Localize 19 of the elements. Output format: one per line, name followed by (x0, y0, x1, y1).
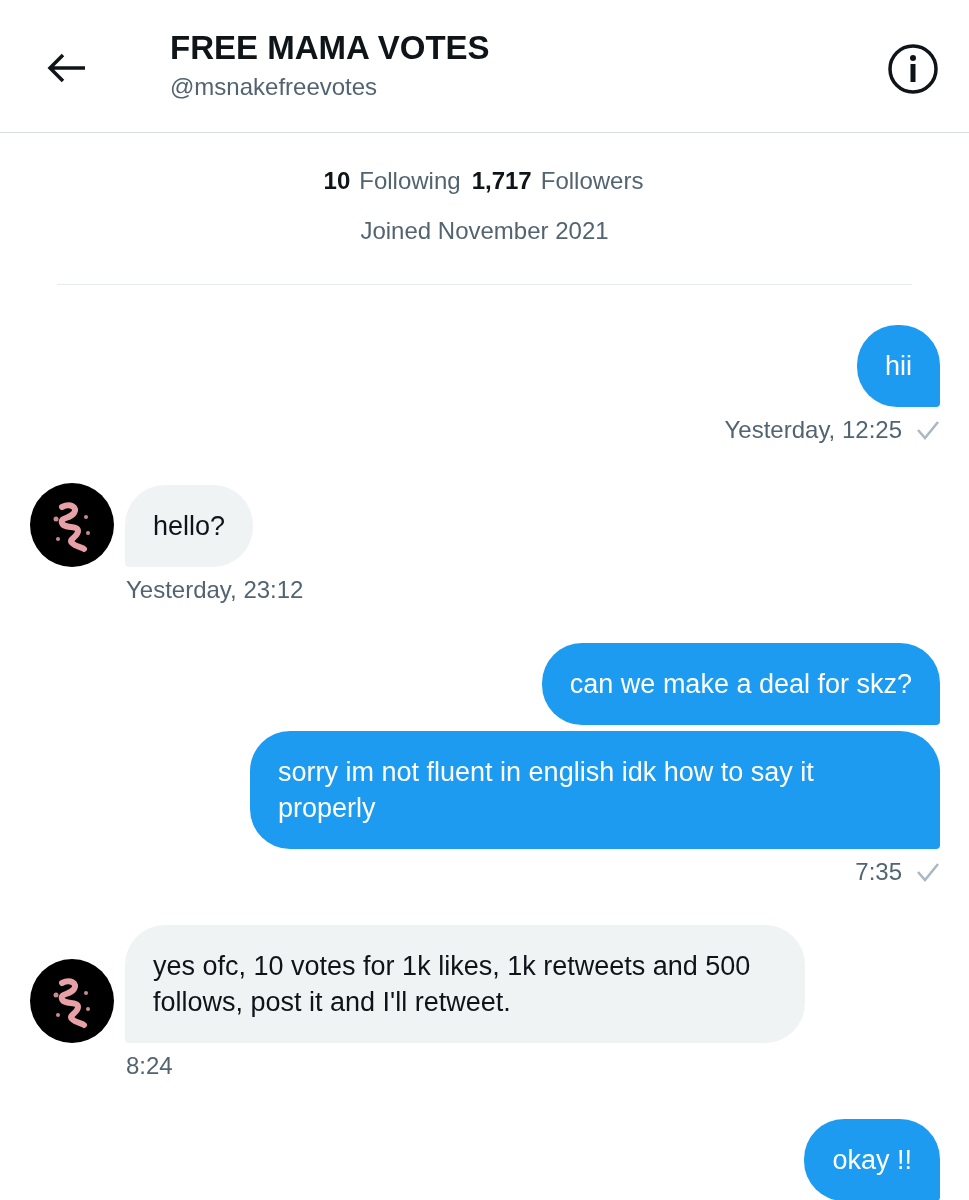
chat-title: FREE MAMA VOTES (170, 28, 491, 68)
info-icon[interactable] (887, 43, 939, 95)
following-label[interactable]: Following (359, 166, 461, 196)
joined-date: Joined November 2021 (360, 216, 609, 246)
received-message: hello? (125, 485, 254, 567)
received-message: yes ofc, 10 votes for 1k likes, 1k retweets and 500 follows, post it and I'll retweet. (125, 925, 805, 1043)
message-time: Yesterday, 23:12 (126, 575, 304, 605)
user-handle: @msnakefreevotes (170, 72, 379, 102)
sent-message: can we make a deal for skz? (541, 643, 940, 725)
back-arrow-icon[interactable] (47, 53, 87, 83)
sent-message: okay !! (804, 1119, 940, 1200)
followers-label[interactable]: Followers (540, 166, 644, 196)
message-time: 7:35 (855, 857, 902, 887)
sent-message: hii (857, 325, 940, 407)
message-time: 8:24 (126, 1051, 173, 1081)
following-count: 10 (323, 166, 351, 196)
followers-count: 1,717 (471, 166, 532, 196)
sent-message: sorry im not fluent in english idk how to say it properly (250, 731, 940, 849)
message-time: Yesterday, 12:25 (724, 415, 902, 445)
